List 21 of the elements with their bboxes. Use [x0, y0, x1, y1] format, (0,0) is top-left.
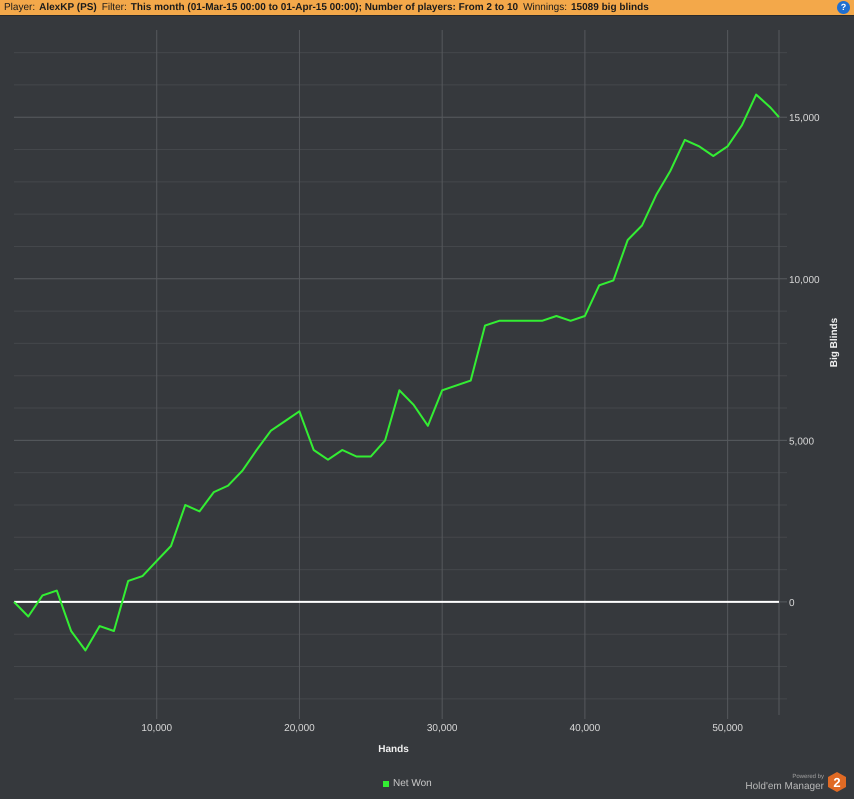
y-tick-label: 5,000	[789, 436, 814, 448]
field-value: This month (01-Mar-15 00:00 to 01-Apr-15 00:00); Number of players: From 2 to 10	[130, 2, 518, 13]
legend-label: Net Won	[393, 778, 432, 789]
y-tick-label: 10,000	[789, 274, 820, 286]
help-button[interactable]: ?	[837, 1, 850, 14]
x-axis-title: Hands	[378, 744, 409, 755]
product-name: Hold'em Manager	[745, 781, 824, 792]
field-label: Filter:	[102, 2, 127, 13]
logo-badge: 2	[828, 772, 846, 792]
x-tick-label: 20,000	[284, 723, 315, 734]
y-axis-title: Big Blinds	[829, 318, 840, 368]
field-label: Winnings:	[523, 2, 567, 13]
y-tick-label: 0	[789, 598, 795, 609]
field-value: AlexKP (PS)	[39, 2, 97, 13]
x-tick-label: 10,000	[141, 723, 172, 734]
y-tick-label: 15,000	[789, 113, 820, 124]
field-label: Player:	[4, 2, 36, 13]
x-tick-label: 50,000	[712, 723, 743, 734]
x-tick-label: 30,000	[426, 723, 458, 734]
field-value: 15089 big blinds	[570, 2, 649, 13]
x-tick-label: 40,000	[570, 723, 600, 734]
